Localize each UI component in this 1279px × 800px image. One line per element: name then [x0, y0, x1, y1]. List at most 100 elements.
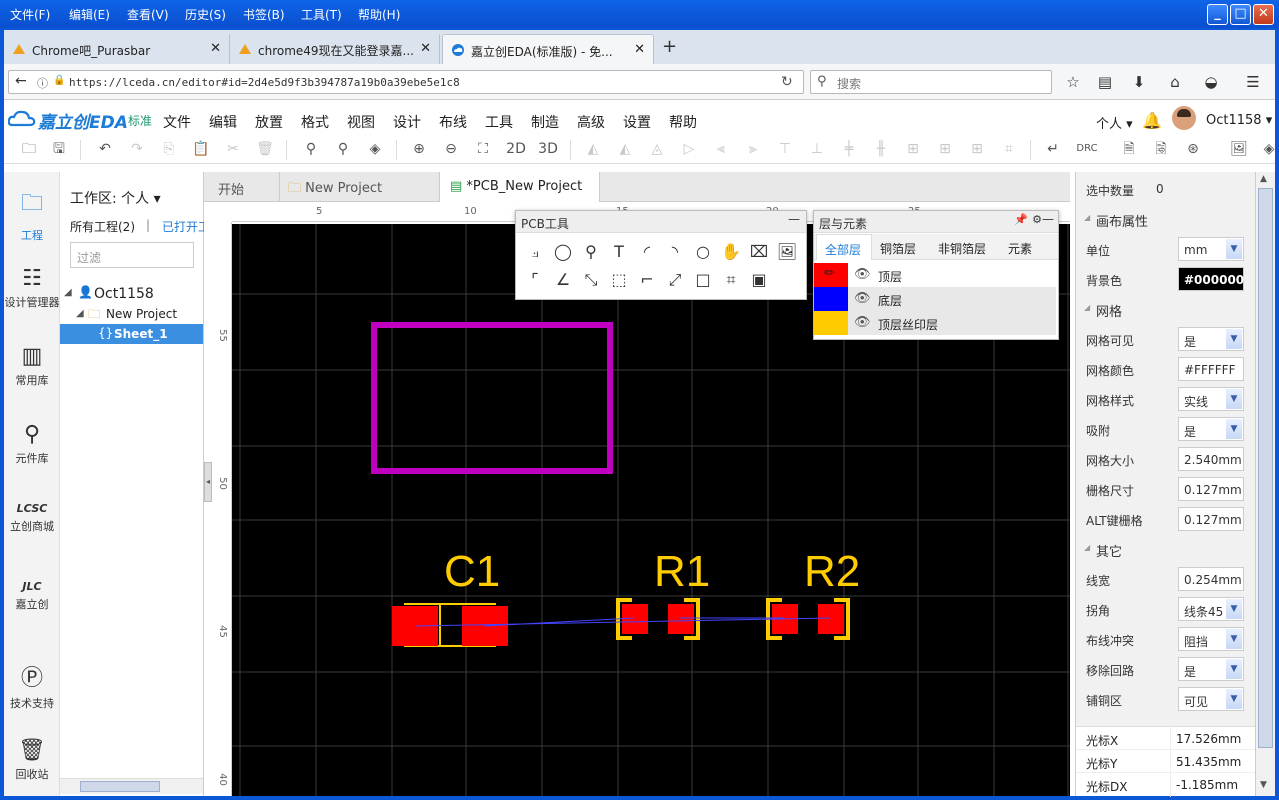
align-left-icon[interactable]: ⫷	[712, 140, 730, 158]
image-icon[interactable]: 🖼	[1230, 140, 1248, 158]
back-icon[interactable]: ←	[15, 73, 27, 89]
browser-tab[interactable]: chrome49现在又能登录嘉... ✕	[230, 34, 440, 64]
image-tool-icon[interactable]: 🖼	[776, 241, 798, 263]
drc-button[interactable]: DRC	[1074, 140, 1100, 158]
dimension-tool-icon[interactable]: ⤡	[580, 269, 602, 291]
layer-row-top-silk[interactable]: 👁 顶层丝印层	[814, 311, 1056, 335]
pan-hand-icon[interactable]: ✋	[720, 241, 742, 263]
app-menu-format[interactable]: 格式	[301, 112, 329, 132]
pad[interactable]	[818, 604, 844, 634]
conflict-select[interactable]: 阻挡 ▼	[1178, 627, 1244, 651]
username[interactable]: Oct1158 ▾	[1206, 113, 1272, 128]
pad[interactable]	[622, 604, 648, 634]
connect-pad-icon[interactable]: ⌧	[748, 241, 770, 263]
find-similar-icon[interactable]: ⚲	[334, 140, 352, 158]
tab-copper-layers[interactable]: 铜箔层	[880, 240, 916, 257]
nav-common-lib[interactable]: ▥ 常用库	[4, 344, 60, 388]
app-menu-edit[interactable]: 编辑	[209, 112, 237, 132]
close-tab-icon[interactable]: ✕	[210, 41, 221, 56]
app-menu-advanced[interactable]: 高级	[577, 112, 605, 132]
eye-icon[interactable]: 👁	[854, 291, 871, 306]
align-icon[interactable]: ▷	[680, 140, 698, 158]
circle-tool-icon[interactable]: ○	[692, 241, 714, 263]
copy-icon[interactable]: ⎘	[160, 140, 178, 158]
align-center-icon[interactable]: ╪	[840, 140, 858, 158]
collapse-arrow-icon[interactable]: ◢	[76, 308, 84, 319]
close-tab-icon[interactable]: ✕	[420, 41, 431, 56]
pin-icon[interactable]: 📌	[1014, 213, 1028, 226]
scroll-down-icon[interactable]: ▼	[1260, 780, 1267, 790]
import-icon[interactable]: ↵	[1044, 140, 1062, 158]
maximize-button[interactable]: □	[1230, 4, 1251, 25]
section-grid[interactable]: 网格	[1076, 296, 1260, 322]
component-r1[interactable]: R1	[616, 547, 710, 640]
find-icon[interactable]: ⚲	[302, 140, 320, 158]
group-icon[interactable]: ⌗	[1000, 140, 1018, 158]
minimize-panel-icon[interactable]: —	[788, 212, 800, 226]
nav-support[interactable]: Ⓟ 技术支持	[4, 660, 60, 711]
align-right-icon[interactable]: ⫸	[744, 140, 762, 158]
tree-sheet-selected[interactable]: {} Sheet_1	[60, 324, 203, 344]
tab-all-layers[interactable]: 全部层	[816, 234, 872, 260]
bookmark-star-icon[interactable]: ☆	[1064, 73, 1082, 91]
reader-icon[interactable]: ▤	[1096, 73, 1114, 91]
url-text[interactable]: https://lceda.cn/editor#id=2d4e5d9f3b394…	[69, 76, 460, 89]
bell-icon[interactable]: 🔔	[1142, 111, 1162, 130]
hamburger-menu-icon[interactable]: ☰	[1244, 73, 1262, 91]
save-icon[interactable]: 🖫	[50, 140, 68, 158]
pad[interactable]	[668, 604, 694, 634]
align-top-icon[interactable]: ⊤	[776, 140, 794, 158]
solid-region-icon[interactable]: ⌐	[636, 269, 658, 291]
menu-file[interactable]: 文件(F)	[10, 6, 50, 23]
address-bar[interactable]: ← ⓘ 🔒 https://lceda.cn/editor#id=2d4e5d9…	[8, 70, 804, 94]
measure-tool-icon[interactable]: ⤢	[664, 269, 686, 291]
app-menu-view[interactable]: 视图	[347, 112, 375, 132]
layers-icon[interactable]: ◈	[1260, 140, 1278, 158]
bg-color-input[interactable]: #000000	[1178, 267, 1244, 291]
align-icon[interactable]: ◬	[648, 140, 666, 158]
menu-history[interactable]: 历史(S)	[185, 6, 226, 23]
app-menu-help[interactable]: 帮助	[669, 112, 697, 132]
scroll-thumb[interactable]	[1258, 188, 1273, 748]
align-middle-icon[interactable]: ╫	[872, 140, 890, 158]
menu-help[interactable]: 帮助(H)	[358, 6, 400, 23]
gerber-icon[interactable]: 🗟	[1152, 140, 1170, 158]
photo-view-icon[interactable]: ▣	[748, 269, 770, 291]
settings-gear-icon[interactable]: ⚙	[1032, 213, 1042, 226]
avatar[interactable]	[1172, 106, 1196, 130]
filter-input[interactable]: 过滤	[70, 242, 194, 268]
grid-visible-select[interactable]: 是 ▼	[1178, 327, 1244, 351]
board-outline[interactable]	[371, 322, 613, 474]
canvas-origin-icon[interactable]: ⌗	[720, 269, 742, 291]
grid-step-input[interactable]: 0.127mm	[1178, 477, 1244, 501]
menu-bookmarks[interactable]: 书签(B)	[243, 6, 285, 23]
app-menu-fabrication[interactable]: 制造	[531, 112, 559, 132]
grid-align-icon[interactable]: ⊞	[968, 140, 986, 158]
view-3d-button[interactable]: 3D	[536, 140, 560, 158]
tab-noncopper-layers[interactable]: 非铜箔层	[938, 240, 986, 257]
tab-start[interactable]: 开始	[204, 172, 280, 202]
paste-icon[interactable]: 📋	[192, 140, 210, 158]
align-icon[interactable]: ◭	[584, 140, 602, 158]
collapse-left-handle[interactable]: ◂	[204, 462, 212, 502]
via-tool-icon[interactable]: ⚲	[580, 241, 602, 263]
align-icon[interactable]: ◭	[616, 140, 634, 158]
bom-icon[interactable]: 🗎	[1120, 140, 1138, 158]
app-menu-design[interactable]: 设计	[393, 112, 421, 132]
nav-design-manager[interactable]: ☷ 设计管理器	[4, 266, 60, 310]
app-menu-settings[interactable]: 设置	[623, 112, 651, 132]
menu-view[interactable]: 查看(V)	[127, 6, 169, 23]
arc-tool-icon[interactable]: ◜	[636, 241, 658, 263]
distribute-icon[interactable]: ⊞	[936, 140, 954, 158]
layer-color-swatch[interactable]: ✏	[814, 263, 848, 287]
align-bottom-icon[interactable]: ⊥	[808, 140, 826, 158]
horizontal-scrollbar[interactable]	[60, 778, 203, 794]
section-canvas[interactable]: 画布属性	[1076, 206, 1260, 232]
search-input[interactable]: ⚲ 搜索	[810, 70, 1052, 94]
undo-icon[interactable]: ↶	[96, 140, 114, 158]
angle-tool-icon[interactable]: ∠	[552, 269, 574, 291]
opened-projects-link[interactable]: 已打开工	[162, 218, 204, 235]
unit-select[interactable]: mm ▼	[1178, 237, 1244, 261]
line-width-input[interactable]: 0.254mm	[1178, 567, 1244, 591]
text-tool-icon[interactable]: T	[608, 241, 630, 263]
